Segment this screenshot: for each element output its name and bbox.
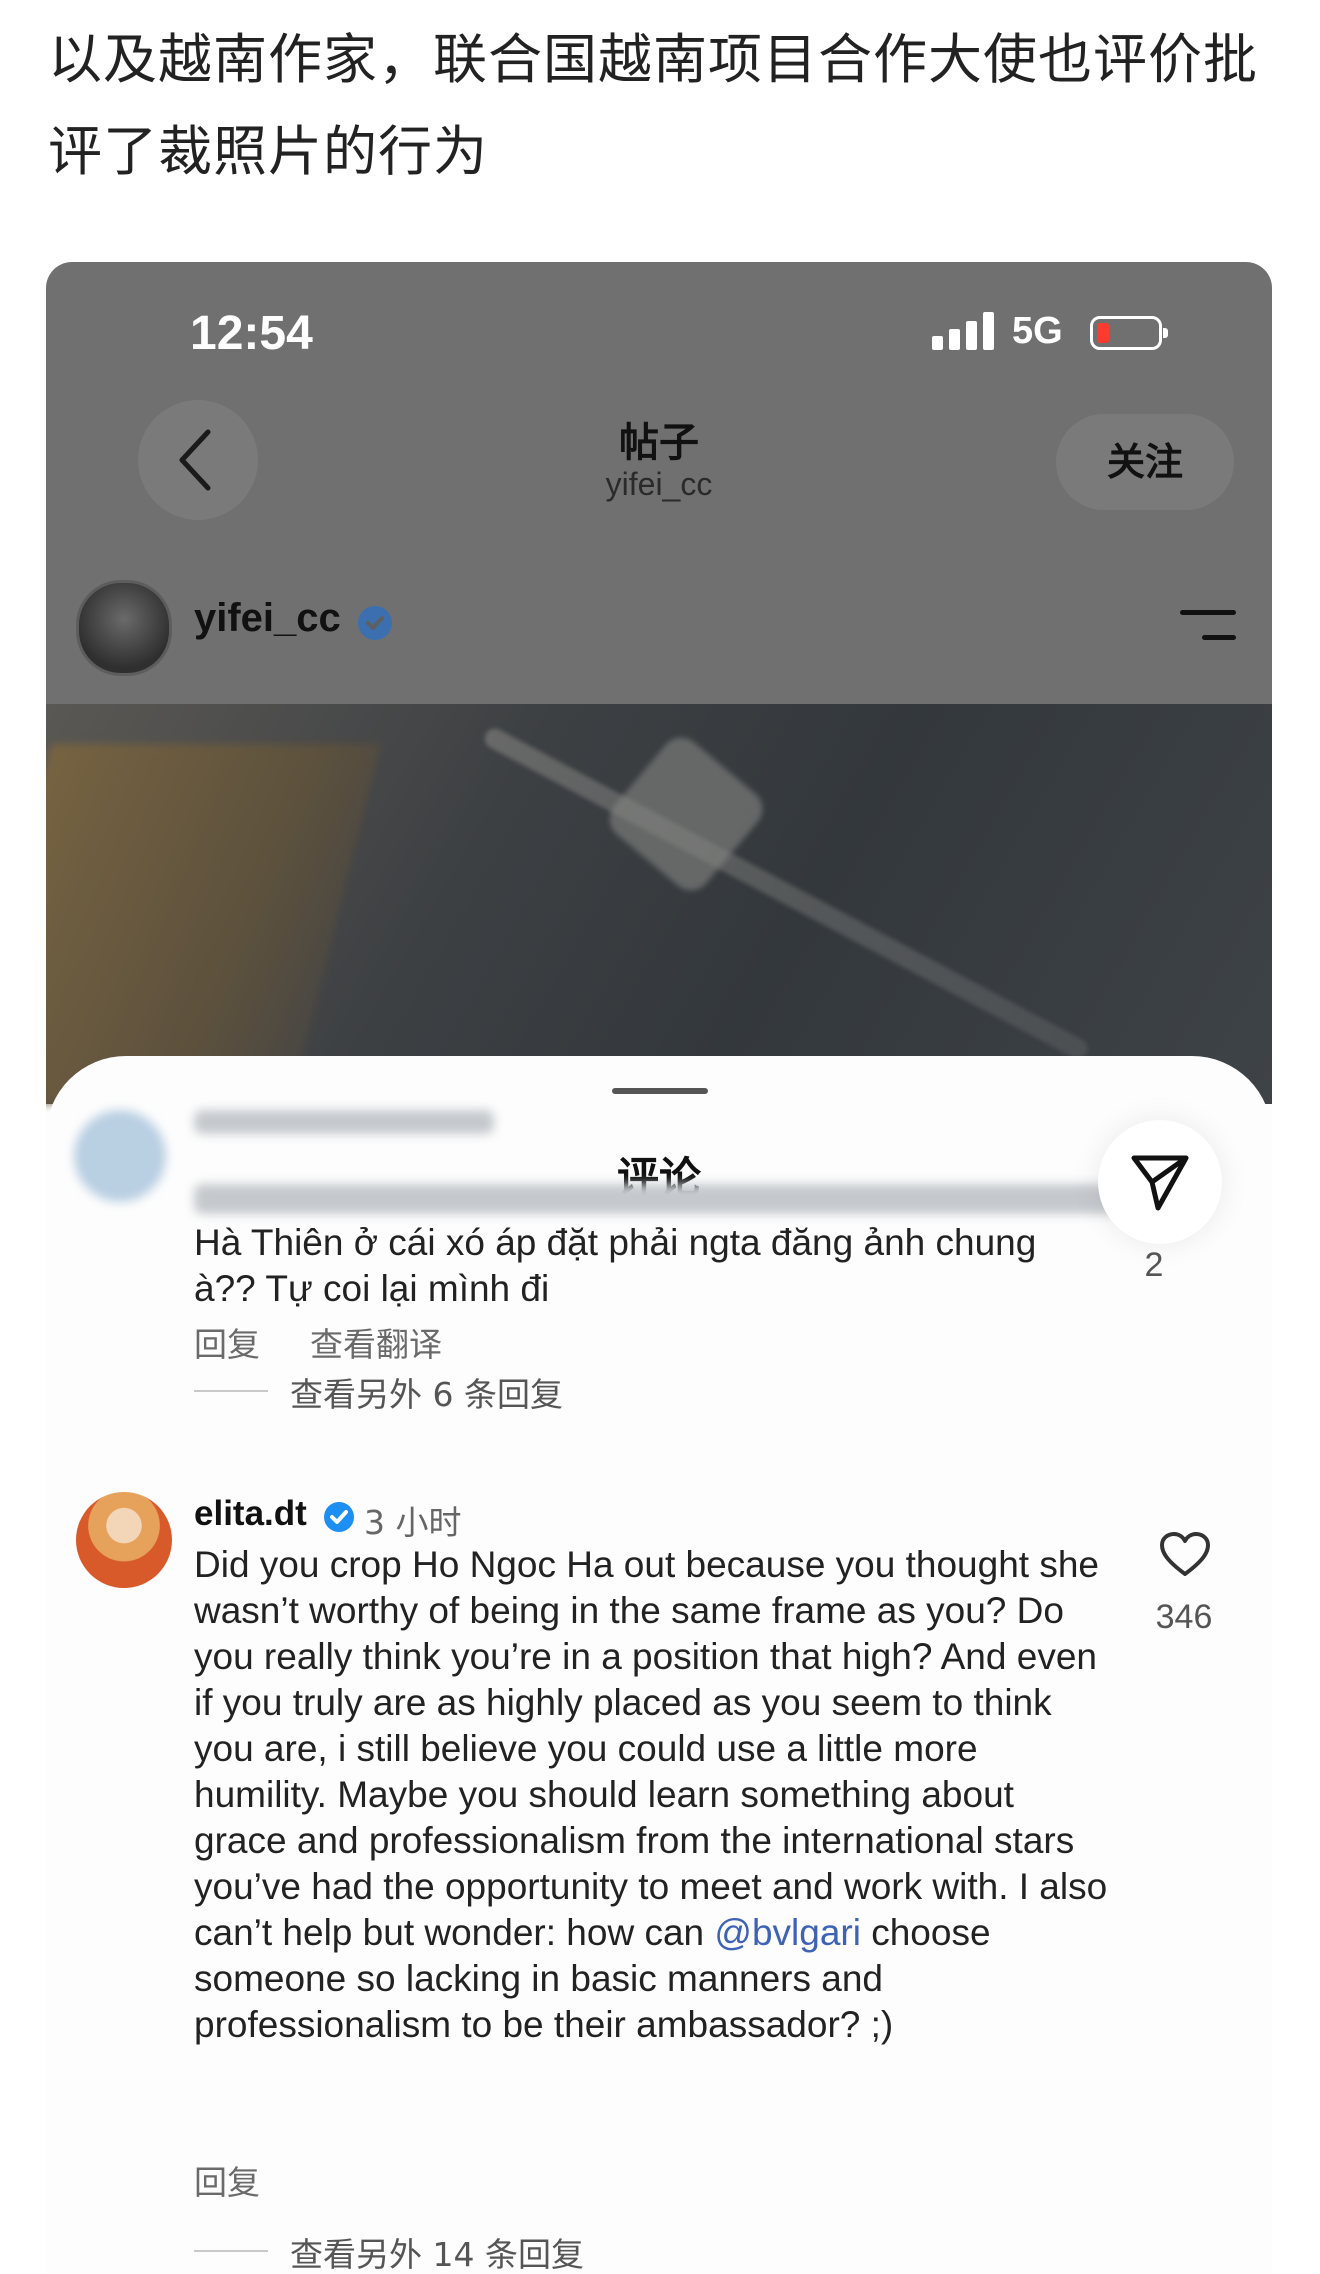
verified-badge-icon [324,1502,354,1532]
signal-icon [932,312,996,350]
comment-time: 3 小时 [364,1503,462,1542]
follow-button[interactable]: 关注 [1056,414,1234,510]
comment-username[interactable]: elita.dt [194,1494,307,1534]
comment-text: Did you crop Ho Ngoc Ha out because you … [194,1542,1114,2048]
blurred-username [194,1110,494,1134]
comment-body: Did you crop Ho Ngoc Ha out because you … [194,1544,1108,1953]
like-count: 2 [1144,1246,1164,1284]
sheet-handle[interactable] [612,1088,708,1094]
avatar[interactable] [76,580,172,676]
comment-text: Hà Thiên ở cái xó áp đặt phải ngta đăng … [194,1222,1037,1309]
share-button[interactable] [1098,1120,1222,1244]
reply-button[interactable]: 回复 [194,1318,260,1366]
blurred-comment-line [194,1184,1144,1214]
instagram-screenshot: 12:54 5G 帖子 yifei_cc 关注 yifei_cc 评论 Hà T… [46,262,1272,2274]
view-more-replies[interactable]: 查看另外 6 条回复 [290,1368,563,1416]
status-time: 12:54 [190,307,313,360]
send-icon [1131,1155,1189,1211]
post-caption: 以及越南作家，联合国越南项目合作大使也评价批评了裁照片的行为 [48,28,1258,183]
mention-link[interactable]: @bvlgari [714,1912,861,1953]
post-username[interactable]: yifei_cc [194,596,341,641]
avatar[interactable] [76,1492,172,1588]
translate-button[interactable]: 查看翻译 [310,1318,442,1366]
post-photo [46,704,1272,1104]
reply-button[interactable]: 回复 [194,2156,260,2204]
verified-badge-icon [358,606,392,640]
battery-icon [1090,316,1168,350]
like-count: 346 [1155,1598,1213,1636]
heart-icon[interactable] [1160,1532,1210,1578]
menu-icon[interactable] [1180,610,1236,660]
view-more-replies[interactable]: 查看另外 14 条回复 [290,2228,584,2274]
replies-divider [194,2250,268,2252]
network-label: 5G [1012,310,1063,352]
replies-divider [194,1390,268,1392]
